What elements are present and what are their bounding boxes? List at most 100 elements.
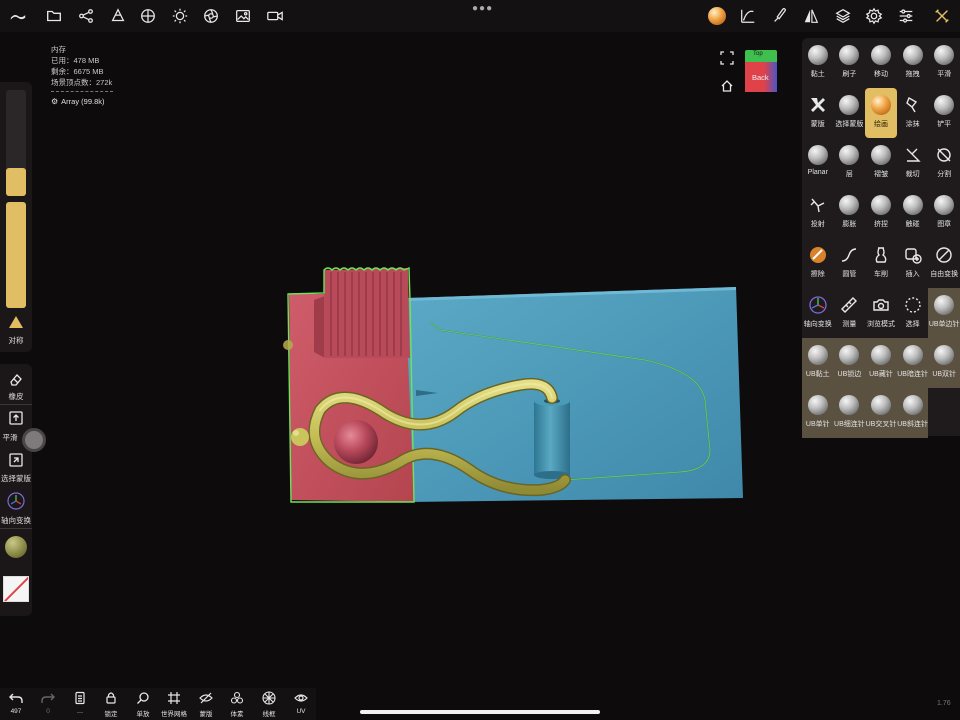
bottom-grid-button[interactable]: 世界网格 [160,691,188,719]
material-color-swatch[interactable] [5,536,27,558]
tool-ub-30[interactable]: UB黏土 [802,338,834,388]
tool-trim-13[interactable]: 裁切 [897,138,929,188]
scene-stats: 内存 已用：478 MB 剩余：6675 MB 场景顶点数：272k ⚙ Arr… [51,44,113,107]
bottom-search-button[interactable]: 单放 [129,691,157,719]
bottom-lock-button[interactable]: 锁定 [97,691,125,719]
tool-ub-33[interactable]: UB暗连针 [896,338,929,388]
tool-ub-36[interactable]: UB细连针 [833,388,866,438]
bottom-toolbar: 497 0 … 锁定 单放 世界网格 蒙版 体素 线框 UV [0,688,316,720]
tool-lathe-22[interactable]: 车削 [865,238,897,288]
view-cube[interactable]: Top Back [743,50,779,92]
settings-gear-icon[interactable] [864,6,884,26]
tool-inflate-16[interactable]: 膨胀 [834,188,866,238]
select-mask-label[interactable]: 选择蒙版 [0,473,32,484]
tool-clay-0[interactable]: 黏土 [802,38,834,88]
tool-flatten-9[interactable]: 铲平 [928,88,960,138]
tool-label: UB单针 [805,421,830,428]
symmetry-icon[interactable] [801,6,821,26]
undo-button[interactable]: 497 [2,691,30,719]
sliders-icon[interactable] [896,6,916,26]
material-icon[interactable] [138,6,158,26]
fullscreen-icon[interactable] [720,51,734,65]
smooth-icon[interactable] [8,410,24,426]
red-sphere[interactable] [334,420,378,464]
tool-tube-18[interactable]: 触碰 [897,188,929,238]
select-mask-icon[interactable] [8,452,24,468]
tool-select-mask-6[interactable]: 选择蒙版 [834,88,866,138]
tool-ruler-26[interactable]: 测量 [834,288,866,338]
tool-mask-5[interactable]: 蒙版 [802,88,834,138]
tool-stamp-19[interactable]: 图章 [928,188,960,238]
tool-ub-31[interactable]: UB锁边 [833,338,866,388]
symmetry-label: 对称 [8,336,24,345]
tool-ub-37[interactable]: UB交叉针 [865,388,897,438]
tool-ub-38[interactable]: UB斜连针 [896,388,929,438]
bottom-mask-eye-button[interactable]: 蒙版 [192,691,220,719]
tool-move-2[interactable]: 移动 [865,38,897,88]
gizmo-label[interactable]: 轴向变换 [0,515,32,526]
scene-graph-icon[interactable] [76,6,96,26]
home-indicator[interactable] [360,710,600,714]
painting-icon[interactable] [770,6,790,26]
stats-divider [51,91,113,92]
tool-split-14[interactable]: 分割 [928,138,960,188]
layers-icon[interactable] [833,6,853,26]
tool-layer-11[interactable]: 层 [834,138,866,188]
uv-icon [294,691,308,705]
topology-icon[interactable] [108,6,128,26]
tool-camera-27[interactable]: 浏览模式 [865,288,897,338]
tool-tube-21[interactable]: 圆管 [834,238,866,288]
tool-insert-23[interactable]: 插入 [897,238,929,288]
stroke-curve-icon[interactable] [738,6,758,26]
tool-paint-7[interactable]: 绘画 [865,88,897,138]
symmetry-warning-icon[interactable] [8,314,24,330]
intensity-slider-fill[interactable] [6,202,26,308]
tool-drag-3[interactable]: 拖拽 [897,38,929,88]
cylinder-post[interactable] [534,396,570,479]
object-entry[interactable]: ⚙ Array (99.8k) [51,96,113,107]
gizmo-icon[interactable] [7,492,25,510]
smooth-sphere-icon [934,45,955,65]
tools-icon[interactable] [932,6,952,26]
tool-free-transform-24[interactable]: 自由变换 [928,238,960,288]
tool-ub-34[interactable]: UB双针 [928,338,960,388]
bottom-voxel-button[interactable]: 体素 [223,691,251,719]
image-icon[interactable] [233,6,253,26]
material-ball-icon[interactable] [707,6,727,26]
tool-ub-32[interactable]: UB藏针 [865,338,897,388]
tool-brush-1[interactable]: 刷子 [834,38,866,88]
bottom-uv-button[interactable]: UV [287,691,315,719]
tool-smudge-8[interactable]: 涂抹 [897,88,929,138]
eraser-icon[interactable] [8,371,24,387]
tool-select-28[interactable]: 选择 [897,288,929,338]
home-view-icon[interactable] [720,79,734,93]
redo-button[interactable]: 0 [34,691,62,719]
tool-label: UB黏土 [805,371,830,378]
tool-gizmo-25[interactable]: 轴向变换 [802,288,834,338]
tool-label: 分割 [937,171,952,178]
tool-crease-12[interactable]: 褶皱 [865,138,897,188]
camera-settings-icon[interactable] [201,6,221,26]
tool-ub-35[interactable]: UB单针 [802,388,834,438]
alpha-swatch[interactable] [3,576,29,602]
bottom-wireframe-button[interactable]: 线框 [255,691,283,719]
blue-block[interactable] [408,287,743,502]
bottom-label: 蒙版 [199,711,213,718]
video-icon[interactable] [265,6,285,26]
small-sphere[interactable] [291,428,309,446]
light-icon[interactable] [170,6,190,26]
tool-ub-29[interactable]: UB单边针 [928,288,960,338]
eraser-label[interactable]: 橡皮 [0,391,32,402]
drag-sphere-icon [902,45,923,65]
bottom-document-button[interactable]: … [66,691,94,719]
tool-project-15[interactable]: 投射 [802,188,834,238]
more-dots-icon[interactable]: ●●● [472,3,493,14]
stroke-cursor[interactable] [22,428,46,452]
tool-erase-20[interactable]: 擦除 [802,238,834,288]
folder-icon[interactable] [44,6,64,26]
app-logo-icon[interactable] [8,6,28,26]
tool-smooth-4[interactable]: 平滑 [928,38,960,88]
tool-planar-10[interactable]: Planar [802,138,834,188]
radius-slider-fill[interactable] [6,168,26,196]
tool-pinch-17[interactable]: 挤捏 [865,188,897,238]
